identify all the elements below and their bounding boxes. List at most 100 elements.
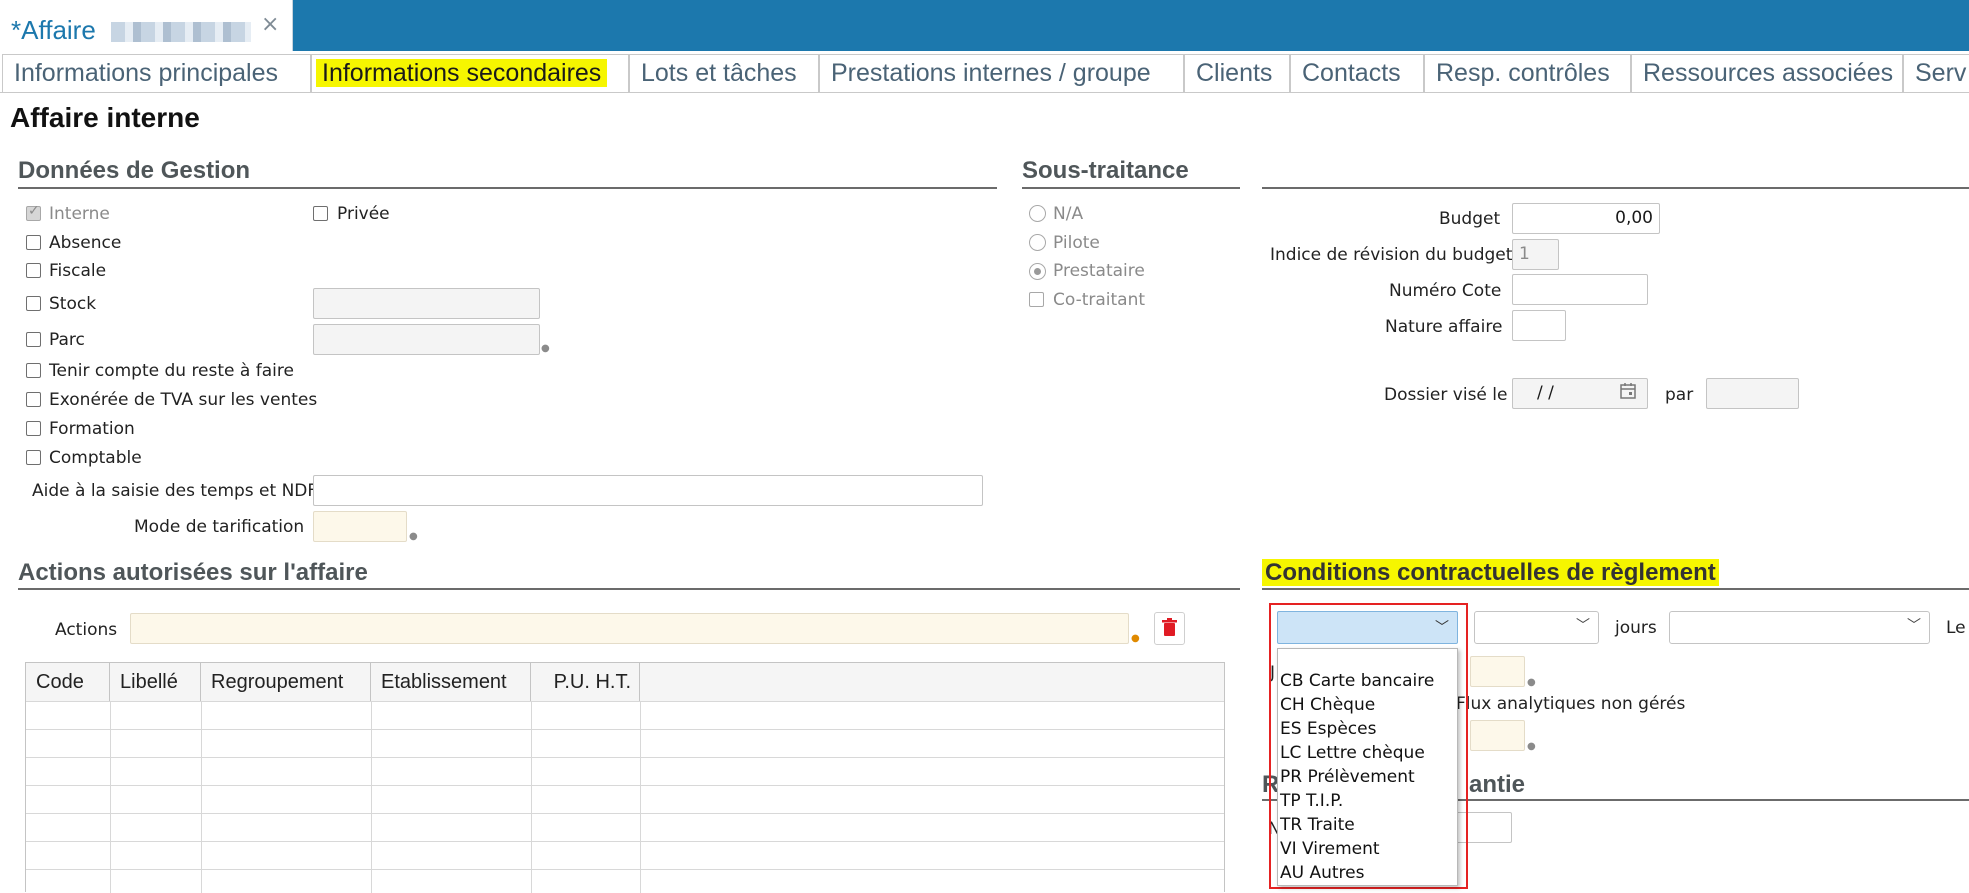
section-divider [18,187,997,189]
table-row[interactable] [26,729,1224,730]
fiscale-label: Fiscale [49,261,107,281]
table-row[interactable] [26,785,1224,786]
section-title-gestion: Données de Gestion [18,157,251,184]
column-header-code[interactable]: Code [26,663,110,701]
privee-label: Privée [337,204,390,224]
column-header-regroupement[interactable]: Regroupement [201,663,371,701]
close-icon[interactable]: × [261,12,279,37]
parc-checkbox[interactable] [26,332,41,347]
budget-input[interactable]: 0,00 [1512,203,1660,234]
mode-tarification-input[interactable] [313,511,407,542]
reste-a-faire-label: Tenir compte du reste à faire [49,361,294,381]
table-row[interactable] [26,841,1224,842]
column-divider [531,701,532,893]
actions-input[interactable] [130,613,1129,644]
lookup-pin-icon[interactable]: ● [541,343,550,354]
option-au[interactable]: AU Autres [1280,863,1364,883]
stock-label: Stock [49,294,97,314]
chevron-down-icon: ﹀ [1907,618,1921,634]
tab-serv[interactable]: Serv [1903,54,1969,92]
column-header-etablissement[interactable]: Etablissement [371,663,531,701]
numero-cote-input[interactable] [1512,274,1648,305]
table-row[interactable] [26,701,1224,702]
tab-lots-et-taches[interactable]: Lots et tâches [629,54,819,92]
lookup-pin-icon[interactable]: ● [1131,633,1140,644]
exoneree-tva-checkbox[interactable] [26,392,41,407]
option-vi[interactable]: VI Virement [1280,839,1380,859]
nature-affaire-input[interactable] [1512,310,1566,341]
tab-informations-secondaires[interactable]: Informations secondaires [311,54,629,92]
condition-input-2[interactable] [1470,720,1525,751]
calendar-icon[interactable] [1619,382,1637,400]
section-title-conditions: Conditions contractuelles de règlement [1262,559,1719,587]
comptable-checkbox[interactable] [26,450,41,465]
formation-label: Formation [49,419,135,439]
section-title-actions: Actions autorisées sur l'affaire [18,559,368,586]
formation-checkbox[interactable] [26,421,41,436]
option-pr[interactable]: PR Prélèvement [1280,767,1415,787]
vise-par-input[interactable] [1706,378,1799,409]
lookup-pin-icon[interactable]: ● [409,531,418,542]
aide-saisie-input[interactable] [313,475,983,506]
tab-contacts[interactable]: Contacts [1290,54,1424,92]
table-row[interactable] [26,869,1224,870]
reste-a-faire-checkbox[interactable] [26,363,41,378]
budget-label: Budget [1439,209,1501,229]
document-tab[interactable]: *Affaire × [0,0,293,51]
radio-na-label: N/A [1053,204,1084,224]
jours-label: jours [1615,618,1657,638]
indice-revision-label: Indice de révision du budget [1270,245,1513,265]
section-divider [18,588,1240,590]
column-divider [201,701,202,893]
redacted-title-part [111,22,251,42]
delai-select[interactable]: ﹀ [1474,611,1599,644]
stock-checkbox[interactable] [26,296,41,311]
echeance-select[interactable]: ﹀ [1669,611,1930,644]
interne-label: Interne [49,204,110,224]
interne-checkbox [26,203,41,221]
tab-informations-principales[interactable]: Informations principales [2,54,311,92]
condition-input-1[interactable] [1470,656,1525,687]
option-lc[interactable]: LC Lettre chèque [1280,743,1425,763]
mode-reglement-select[interactable]: ﹀ [1277,611,1458,644]
document-tab-title: *Affaire [11,15,96,45]
delete-button[interactable] [1154,612,1185,645]
parc-label: Parc [49,330,85,350]
option-ch[interactable]: CH Chèque [1280,695,1375,715]
radio-pilote-label: Pilote [1053,233,1100,253]
column-divider [110,701,111,893]
fiscale-checkbox[interactable] [26,263,41,278]
chevron-down-icon: ﹀ [1576,618,1590,634]
lookup-pin-icon[interactable]: ● [1527,741,1536,752]
tab-resp-controles[interactable]: Resp. contrôles [1424,54,1631,92]
actions-table: Code Libellé Regroupement Etablissement … [25,662,1225,893]
privee-checkbox[interactable] [313,206,328,221]
column-divider [371,701,372,893]
tab-ressources-associees[interactable]: Ressources associées [1631,54,1903,92]
lookup-pin-icon[interactable]: ● [1527,677,1536,688]
column-header-libelle[interactable]: Libellé [110,663,201,701]
option-es[interactable]: ES Espèces [1280,719,1376,739]
table-row[interactable] [26,813,1224,814]
column-header-pu-ht[interactable]: P.U. H.T. [531,663,640,701]
column-header-empty [640,663,1224,701]
absence-checkbox[interactable] [26,235,41,250]
flux-analytiques-label: Flux analytiques non gérés [1456,694,1686,714]
option-tp[interactable]: TP T.I.P. [1280,791,1343,811]
window-titlebar [0,0,1969,51]
table-row[interactable] [26,757,1224,758]
stock-input[interactable] [313,288,540,319]
mode-reglement-options: CB Carte bancaire CH Chèque ES Espèces L… [1277,648,1458,886]
exoneree-tva-label: Exonérée de TVA sur les ventes [49,390,318,410]
parc-input[interactable] [313,324,540,355]
section-divider [1022,187,1240,189]
numero-cote-label: Numéro Cote [1389,281,1502,301]
radio-na [1029,205,1046,222]
option-tr[interactable]: TR Traite [1280,815,1355,835]
option-cb[interactable]: CB Carte bancaire [1280,671,1434,691]
tab-prestations-internes[interactable]: Prestations internes / groupe [819,54,1184,92]
par-label: par [1665,385,1694,405]
cotraitant-checkbox [1029,292,1044,307]
section-title-sous-traitance: Sous-traitance [1022,157,1189,184]
tab-clients[interactable]: Clients [1184,54,1290,92]
